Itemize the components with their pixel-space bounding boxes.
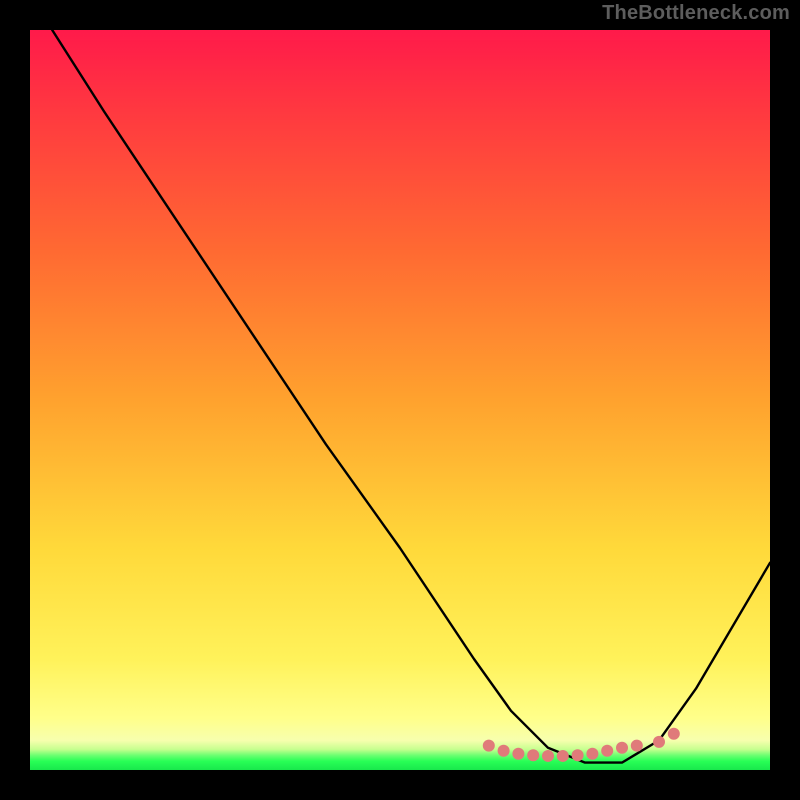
chart-frame: TheBottleneck.com xyxy=(0,0,800,800)
chart-svg xyxy=(30,30,770,770)
plot-area xyxy=(30,30,770,770)
watermark-text: TheBottleneck.com xyxy=(602,2,790,25)
